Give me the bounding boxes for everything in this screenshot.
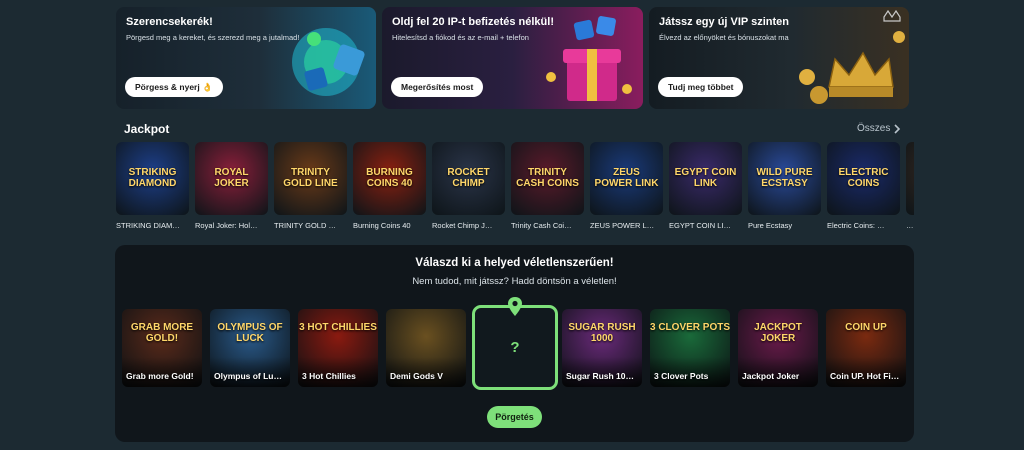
promo-subtitle: Élvezd az előnyöket és bónuszokat ma [659,33,789,42]
chevron-right-icon [894,123,901,134]
game-logo: JACKPOT JOKER [754,322,802,344]
game-name: Coin UP. Hot Fi… [830,371,900,381]
game-name: Trinity Cash Coi… [511,221,572,230]
verify-now-button[interactable]: Megerősítés most [391,77,484,97]
spin-button[interactable]: Pörgetés [487,406,542,428]
random-picker-panel: Válaszd ki a helyed véletlenszerűen! Nem… [115,245,914,442]
wheel-illustration [292,28,365,96]
random-game-card[interactable]: 3 CLOVER POTS 3 Clover Pots [650,309,730,387]
game-logo: WILD PURE ECSTASY [756,167,813,189]
jackpot-game-card[interactable]: WILD PURE ECSTASY Pure Ecstasy [748,142,821,230]
game-thumbnail: ROYAL JOKER [195,142,268,215]
random-game-card[interactable]: OLYMPUS OF LUCK Olympus of Lu… [210,309,290,387]
game-logo: ELECTRIC COINS [838,167,889,189]
game-name: Burning Coins 40 [353,221,411,230]
random-game-card[interactable]: COIN UP Coin UP. Hot Fi… [826,309,906,387]
crown-coins-illustration [799,9,905,104]
game-logo: 3 CLOVER POTS [650,322,730,333]
game-name: EGYPT COIN LI… [669,221,731,230]
gift-box-illustration [546,16,632,101]
game-name: Grab more Gold! [126,371,194,381]
game-logo: GRAB MORE GOLD! [130,322,194,344]
promo-title: Játssz egy új VIP szinten [659,16,790,28]
game-thumbnail: BURNING COINS 40 [353,142,426,215]
jackpot-game-card[interactable]: ZEUS POWER LINK ZEUS POWER L… [590,142,663,230]
jackpot-games-row: STRIKING DIAMOND STRIKING DIAM… ROYAL JOKE… [116,142,914,235]
game-name: Pure Ecstasy [748,221,793,230]
random-game-card[interactable]: JACKPOT JOKER Jackpot Joker [738,309,818,387]
promo-subtitle: Hitelesítsd a fiókod és az e-mail + tele… [392,33,529,42]
promo-banner-wheel[interactable]: Szerencsekerék! Pörgesd meg a kereket, é… [116,7,376,109]
game-logo: ZEUS POWER LINK [594,167,659,189]
game-name: TRINITY GOLD … [274,221,336,230]
game-name: 3 Clover Pots [654,371,709,381]
game-name: ZEUS POWER L… [590,221,655,230]
jackpot-game-card[interactable]: TRINITY CASH COINS Trinity Cash Coi… [511,142,584,230]
game-logo: OLYMPUS OF LUCK [217,322,283,344]
game-name: Olympus of Lu… [214,371,282,381]
game-thumbnail: TRINITY CASH COINS [511,142,584,215]
game-logo: EGYPT COIN LINK [674,167,737,189]
game-thumbnail: ROCKET CHIMP [432,142,505,215]
promo-banner-verify[interactable]: Oldj fel 20 IP-t befizetés nélkül! Hitel… [382,7,643,109]
promo-title: Szerencsekerék! [126,16,213,28]
game-logo: STRIKING DIAMOND [128,167,177,189]
question-mark: ? [510,339,520,356]
random-game-card[interactable]: Demi Gods V [386,309,466,387]
game-logo: 3 HOT CHILLIES [299,322,377,333]
jackpot-game-card[interactable]: ROCKET CHIMP Rocket Chimp J… [432,142,505,230]
game-logo: TRINITY CASH COINS [516,167,579,189]
jackpot-game-card[interactable]: EGYPT COIN LINK EGYPT COIN LI… [669,142,742,230]
game-thumbnail [906,142,914,215]
game-name: 3 Hot Chillies [302,371,356,381]
game-name: Rocket Chimp J… [432,221,493,230]
game-name: Royal Joker: Hol… [195,221,258,230]
see-all-link[interactable]: Összes [857,123,901,134]
game-name: Electric Coins: … [827,221,885,230]
game-logo: SUGAR RUSH 1000 [568,322,636,344]
game-thumbnail: ELECTRIC COINS [827,142,900,215]
game-logo: BURNING COINS 40 [366,167,413,189]
random-game-card[interactable]: 3 HOT CHILLIES 3 Hot Chillies [298,309,378,387]
spin-and-win-button[interactable]: Pörgess & nyerj 👌 [125,77,223,97]
jackpot-game-card[interactable]: STRIKING DIAMOND STRIKING DIAM… [116,142,189,230]
learn-more-button[interactable]: Tudj meg többet [658,77,744,97]
jackpot-game-card[interactable]: TRINITY GOLD LINE TRINITY GOLD … [274,142,347,230]
game-name: Sugar Rush 10… [566,371,635,381]
random-game-card[interactable]: SUGAR RUSH 1000 Sugar Rush 10… [562,309,642,387]
game-logo: TRINITY GOLD LINE [283,167,338,189]
promo-banner-vip[interactable]: Játssz egy új VIP szinten Élvezd az előn… [649,7,909,109]
game-logo: COIN UP [845,322,887,333]
game-thumbnail: STRIKING DIAMOND [116,142,189,215]
jackpot-game-card[interactable]: … [906,142,914,230]
game-thumbnail: WILD PURE ECSTASY [748,142,821,215]
game-name: Jackpot Joker [742,371,800,381]
location-pin-icon [508,297,522,316]
random-game-card[interactable]: GRAB MORE GOLD! Grab more Gold! [122,309,202,387]
game-thumbnail: EGYPT COIN LINK [669,142,742,215]
see-all-label: Összes [857,123,891,134]
game-logo: ROYAL JOKER [214,167,249,189]
random-picker-title: Válaszd ki a helyed véletlenszerűen! [415,257,614,269]
jackpot-game-card[interactable]: ELECTRIC COINS Electric Coins: … [827,142,900,230]
jackpot-section-title: Jackpot [124,122,170,136]
game-logo: ROCKET CHIMP [447,167,490,189]
random-selector-slot: ? [472,305,558,390]
jackpot-game-card[interactable]: ROYAL JOKER Royal Joker: Hol… [195,142,268,230]
random-picker-subtitle: Nem tudod, mit játssz? Hadd döntsön a vé… [412,276,617,287]
game-name: … [906,221,914,230]
game-name: Demi Gods V [390,371,443,381]
game-thumbnail: ZEUS POWER LINK [590,142,663,215]
game-name: STRIKING DIAM… [116,221,180,230]
jackpot-game-card[interactable]: BURNING COINS 40 Burning Coins 40 [353,142,426,230]
game-thumbnail: TRINITY GOLD LINE [274,142,347,215]
